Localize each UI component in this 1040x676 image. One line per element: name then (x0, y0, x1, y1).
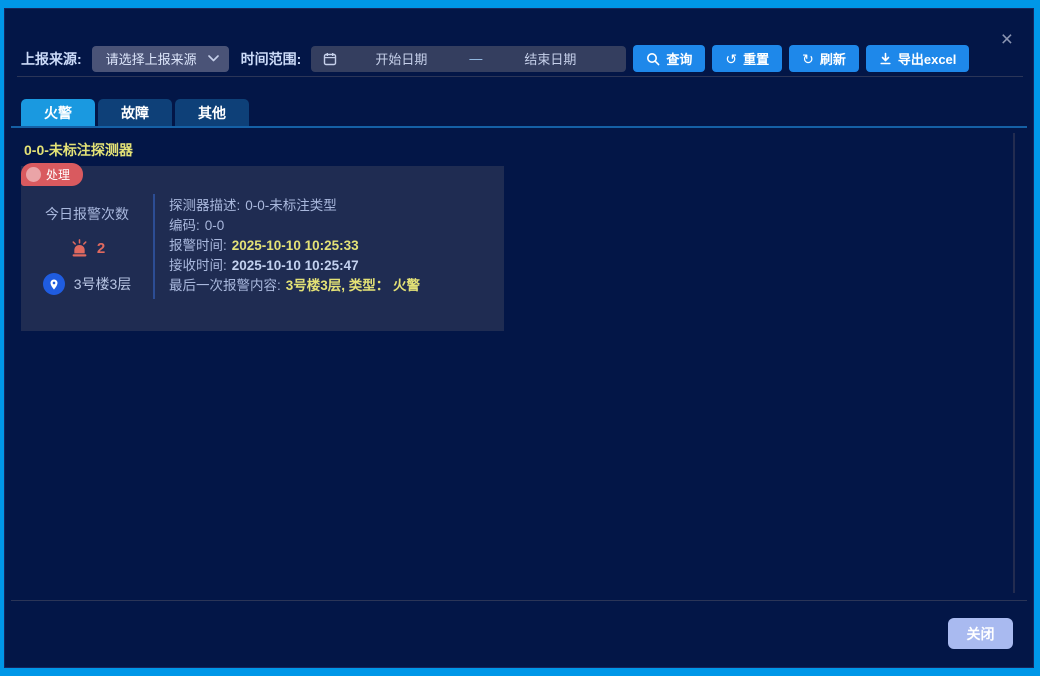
filter-divider (17, 76, 1023, 77)
tab-other[interactable]: 其他 (175, 99, 249, 126)
field-detector-description: 探测器描述: 0-0-未标注类型 (169, 199, 494, 213)
export-excel-button[interactable]: 导出excel (866, 45, 970, 72)
field-value: 0-0-未标注类型 (245, 198, 337, 213)
search-icon (646, 52, 660, 66)
start-date-placeholder[interactable]: 开始日期 (337, 49, 465, 68)
reset-button[interactable]: ↺ 重置 (712, 45, 782, 72)
close-button[interactable]: 关闭 (948, 618, 1013, 649)
tab-fault[interactable]: 故障 (98, 99, 172, 126)
download-icon (879, 52, 892, 65)
calendar-icon (323, 52, 337, 66)
detector-title: 0-0-未标注探测器 (24, 140, 133, 160)
field-label: 最后一次报警内容: (169, 278, 281, 293)
tab-underline (11, 126, 1027, 128)
today-count-label: 今日报警次数 (45, 204, 129, 224)
footer-divider (11, 600, 1027, 601)
export-excel-button-label: 导出excel (898, 49, 957, 68)
source-select[interactable]: 请选择上报来源 (92, 46, 229, 72)
source-label: 上报来源: (21, 49, 82, 69)
alarm-location: 3号楼3层 (74, 274, 132, 294)
today-alarm-count: 2 (97, 240, 105, 257)
end-date-placeholder[interactable]: 结束日期 (486, 49, 614, 68)
field-value: 2025-10-10 10:25:47 (232, 258, 359, 273)
alarm-dialog: × 上报来源: 请选择上报来源 时间范围: 开始日期 — 结束日期 查询 ↺ (4, 8, 1034, 668)
refresh-button-label: 刷新 (820, 49, 846, 68)
field-label: 报警时间: (169, 238, 227, 253)
alarm-detail-fields: 探测器描述: 0-0-未标注类型 编码: 0-0 报警时间: 2025-10-10 1… (169, 199, 494, 293)
process-status-label: 处理 (46, 166, 70, 183)
location-pin-icon (43, 273, 65, 295)
query-button[interactable]: 查询 (633, 45, 705, 72)
field-receive-time: 接收时间: 2025-10-10 10:25:47 (169, 259, 494, 273)
field-code: 编码: 0-0 (169, 219, 494, 233)
refresh-icon: ↻ (802, 52, 814, 66)
filter-bar: 上报来源: 请选择上报来源 时间范围: 开始日期 — 结束日期 查询 ↺ 重置 (21, 45, 1017, 72)
date-range-input[interactable]: 开始日期 — 结束日期 (311, 46, 626, 72)
range-separator: — (465, 51, 486, 66)
time-range-label: 时间范围: (241, 49, 302, 69)
refresh-button[interactable]: ↻ 刷新 (789, 45, 859, 72)
field-label: 探测器描述: (169, 198, 240, 213)
process-status-toggle[interactable]: 处理 (21, 163, 83, 186)
tab-fire-alarm[interactable]: 火警 (21, 99, 95, 126)
card-divider (153, 194, 155, 299)
field-last-alarm-content: 最后一次报警内容: 3号楼3层, 类型： 火警 (169, 279, 494, 293)
source-select-placeholder: 请选择上报来源 (106, 49, 197, 68)
field-value: 0-0 (205, 218, 225, 233)
alarm-card-summary: 今日报警次数 2 3号楼3层 (21, 196, 153, 331)
toggle-knob-icon (26, 167, 41, 182)
query-button-label: 查询 (666, 49, 692, 68)
siren-icon (69, 239, 90, 258)
alarm-type-tabs: 火警 故障 其他 (21, 99, 249, 126)
field-label: 接收时间: (169, 258, 227, 273)
field-value: 2025-10-10 10:25:33 (232, 238, 359, 253)
field-alarm-time: 报警时间: 2025-10-10 10:25:33 (169, 239, 494, 253)
scrollbar-track[interactable] (1013, 133, 1015, 593)
field-value: 3号楼3层, 类型： 火警 (286, 278, 420, 293)
alarm-card[interactable]: 今日报警次数 2 3号楼3层 探测器描述: 0-0-未标注类型 编码: 0-0 (21, 166, 504, 331)
chevron-down-icon (208, 55, 219, 62)
reset-button-label: 重置 (743, 49, 769, 68)
reset-icon: ↺ (725, 52, 737, 66)
field-label: 编码: (169, 218, 200, 233)
